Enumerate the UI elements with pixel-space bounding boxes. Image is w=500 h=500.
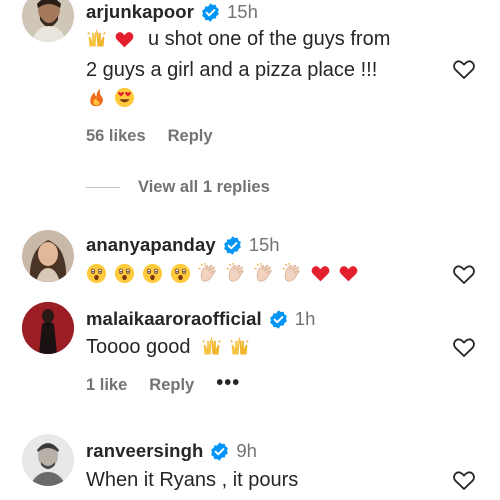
- fire-icon: [86, 87, 107, 108]
- like-heart-icon[interactable]: [452, 58, 476, 80]
- comment-text: When it Ryans , it pours: [86, 469, 299, 491]
- username[interactable]: ranveersingh: [86, 440, 203, 462]
- divider: [86, 187, 120, 188]
- likes-count[interactable]: 56 likes: [86, 127, 146, 146]
- red-heart-icon: [310, 263, 331, 284]
- username[interactable]: malaikaaroraofficial: [86, 308, 262, 330]
- like-heart-icon[interactable]: [452, 336, 476, 358]
- comment-text: Toooo good: [86, 336, 191, 358]
- comment-text: u shot one of the guys from: [148, 28, 391, 50]
- like-heart-icon[interactable]: [452, 469, 476, 491]
- like-heart-icon[interactable]: [452, 263, 476, 285]
- comment-actions: 1 like Reply •••: [86, 372, 262, 395]
- view-replies-label[interactable]: View all 1 replies: [138, 178, 270, 197]
- timestamp: 9h: [236, 440, 257, 461]
- avatar[interactable]: [22, 302, 74, 354]
- avatar[interactable]: [22, 0, 74, 42]
- avatar[interactable]: [22, 230, 74, 282]
- comment-text-line-3: [86, 87, 142, 108]
- red-heart-icon: [114, 29, 135, 50]
- comment-actions: 56 likes Reply: [86, 127, 235, 146]
- comment-header: arjunkapoor 15h: [86, 0, 258, 24]
- reply-button[interactable]: Reply: [149, 376, 194, 395]
- verified-badge-icon: [268, 309, 289, 330]
- raising-hands-icon: [86, 29, 107, 50]
- astonished-face-icon: [170, 263, 191, 284]
- username[interactable]: ananyapanday: [86, 234, 216, 256]
- raising-hands-icon: [201, 337, 222, 358]
- comment-header: ananyapanday 15h: [86, 233, 280, 257]
- comment-emoji-text: [86, 263, 366, 284]
- verified-badge-icon: [222, 235, 243, 256]
- view-replies[interactable]: View all 1 replies: [86, 178, 270, 197]
- verified-badge-icon: [200, 2, 221, 23]
- likes-count[interactable]: 1 like: [86, 376, 127, 395]
- avatar[interactable]: [22, 434, 74, 486]
- verified-badge-icon: [209, 441, 230, 462]
- astonished-face-icon: [86, 263, 107, 284]
- username[interactable]: arjunkapoor: [86, 1, 194, 23]
- astonished-face-icon: [142, 263, 163, 284]
- comment-text-line-2: 2 guys a girl and a pizza place !!!: [86, 59, 378, 81]
- clapping-hands-icon: [198, 263, 219, 284]
- astonished-face-icon: [114, 263, 135, 284]
- timestamp: 15h: [227, 1, 258, 22]
- timestamp: 15h: [248, 234, 280, 255]
- red-heart-icon: [338, 263, 359, 284]
- comment-header: malaikaaroraofficial 1h: [86, 307, 315, 331]
- reply-button[interactable]: Reply: [168, 127, 213, 146]
- comment-text-line-1: u shot one of the guys from: [86, 28, 390, 51]
- heart-eyes-icon: [114, 87, 135, 108]
- more-options-button[interactable]: •••: [216, 372, 240, 395]
- comment-header: ranveersingh 9h: [86, 439, 257, 463]
- clapping-hands-icon: [282, 263, 303, 284]
- raising-hands-icon: [229, 337, 250, 358]
- comment-text-line: Toooo good: [86, 336, 257, 359]
- clapping-hands-icon: [226, 263, 247, 284]
- timestamp: 1h: [294, 308, 316, 329]
- clapping-hands-icon: [254, 263, 275, 284]
